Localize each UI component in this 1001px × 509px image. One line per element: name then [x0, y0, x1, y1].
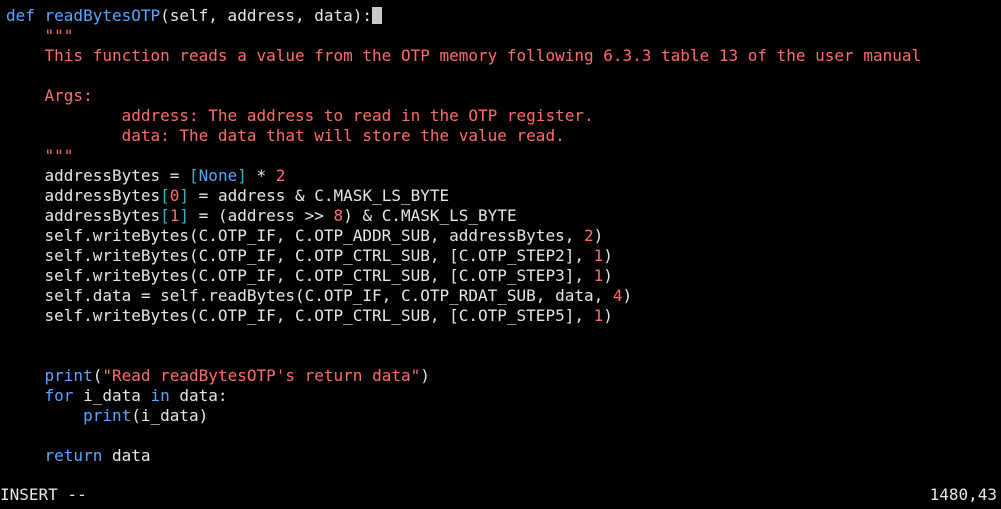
code-token: ] — [237, 166, 247, 185]
code-token: (i_data) — [131, 406, 209, 425]
code-token: = (address >> — [189, 206, 334, 225]
code-line[interactable]: self.data = self.readBytes(C.OTP_IF, C.O… — [6, 286, 633, 306]
code-token: for — [44, 386, 74, 405]
code-token: ( — [92, 366, 103, 385]
code-token: self.writeBytes(C.OTP_IF, C.OTP_CTRL_SUB… — [6, 266, 594, 285]
code-token: readBytesOTP — [44, 6, 161, 25]
code-line[interactable]: This function reads a value from the OTP… — [6, 46, 922, 66]
code-token: return — [44, 446, 103, 465]
code-token: print — [83, 406, 132, 425]
code-token: 1 — [169, 206, 180, 225]
code-token: ) — [420, 366, 430, 385]
code-token: addressBytes — [6, 186, 161, 205]
code-token: self.writeBytes(C.OTP_IF, C.OTP_ADDR_SUB… — [6, 226, 584, 245]
code-token: addressBytes — [6, 206, 161, 225]
code-token: ) & C.MASK_LS_BYTE — [343, 206, 517, 225]
code-token: addressBytes = — [6, 166, 190, 185]
code-token: print — [44, 366, 93, 385]
code-token: This function reads a value from the OTP… — [6, 46, 922, 65]
code-token: ] — [179, 206, 190, 225]
code-token: self.writeBytes(C.OTP_IF, C.OTP_CTRL_SUB… — [6, 246, 594, 265]
code-token: = address & C.MASK_LS_BYTE — [189, 186, 450, 205]
code-line[interactable]: address: The address to read in the OTP … — [6, 106, 594, 126]
code-line[interactable]: addressBytes[0] = address & C.MASK_LS_BY… — [6, 186, 450, 206]
code-line[interactable]: addressBytes[1] = (address >> 8) & C.MAS… — [6, 206, 517, 226]
code-line[interactable]: Args: — [6, 86, 93, 106]
code-token: 0 — [169, 186, 180, 205]
code-token: Args: — [6, 86, 93, 105]
code-token: data: — [169, 386, 228, 405]
code-line[interactable]: def readBytesOTP(self, address, data): — [6, 6, 383, 26]
code-token: data — [102, 446, 151, 465]
code-token: ) — [603, 266, 613, 285]
code-line[interactable]: print("Read readBytesOTP's return data") — [6, 366, 430, 386]
code-line[interactable]: self.writeBytes(C.OTP_IF, C.OTP_ADDR_SUB… — [6, 226, 604, 246]
code-token: address: The address to read in the OTP … — [6, 106, 594, 125]
code-line[interactable]: """ — [6, 146, 74, 166]
code-token: i_data — [73, 386, 151, 405]
code-token: 1 — [593, 266, 604, 285]
code-line[interactable]: return data — [6, 446, 151, 466]
code-line[interactable]: print(i_data) — [6, 406, 208, 426]
code-token: 1 — [593, 246, 604, 265]
code-token: [ — [160, 186, 170, 205]
code-token: ) — [603, 246, 613, 265]
status-bar: INSERT -- 1480,43 — [0, 482, 1001, 508]
code-line[interactable]: data: The data that will store the value… — [6, 126, 565, 146]
cursor-position: 1480,43 — [929, 485, 997, 504]
code-token: None — [198, 166, 238, 185]
text-cursor — [372, 7, 383, 24]
code-token: * — [246, 166, 276, 185]
code-token: "Read readBytesOTP's return data" — [102, 366, 421, 385]
code-line[interactable]: addressBytes = [None] * 2 — [6, 166, 286, 186]
code-token: ) — [603, 306, 613, 325]
code-token: ) — [593, 226, 604, 245]
code-token: self.writeBytes(C.OTP_IF, C.OTP_CTRL_SUB… — [6, 306, 594, 325]
mode-indicator: INSERT -- — [0, 485, 87, 504]
code-token: ) — [622, 286, 633, 305]
code-line[interactable]: self.writeBytes(C.OTP_IF, C.OTP_CTRL_SUB… — [6, 306, 613, 326]
code-line[interactable]: """ — [6, 26, 74, 46]
code-token: """ — [6, 146, 74, 165]
code-token: [ — [160, 206, 170, 225]
code-token: 2 — [583, 226, 594, 245]
code-line[interactable]: for i_data in data: — [6, 386, 228, 406]
code-token: data: The data that will store the value… — [6, 126, 565, 145]
code-token: def — [6, 6, 45, 25]
code-token: 8 — [333, 206, 344, 225]
code-token: """ — [6, 26, 74, 45]
code-token: (self, address, data): — [160, 6, 373, 25]
code-editor[interactable]: def readBytesOTP(self, address, data): "… — [0, 0, 1001, 470]
code-token: 2 — [275, 166, 286, 185]
code-line[interactable]: self.writeBytes(C.OTP_IF, C.OTP_CTRL_SUB… — [6, 266, 613, 286]
code-token: 4 — [612, 286, 623, 305]
code-token: ] — [179, 186, 190, 205]
code-token: in — [150, 386, 170, 405]
code-token: [ — [189, 166, 199, 185]
code-token: self.data = self.readBytes(C.OTP_IF, C.O… — [6, 286, 613, 305]
code-token: 1 — [593, 306, 604, 325]
code-line[interactable]: self.writeBytes(C.OTP_IF, C.OTP_CTRL_SUB… — [6, 246, 613, 266]
